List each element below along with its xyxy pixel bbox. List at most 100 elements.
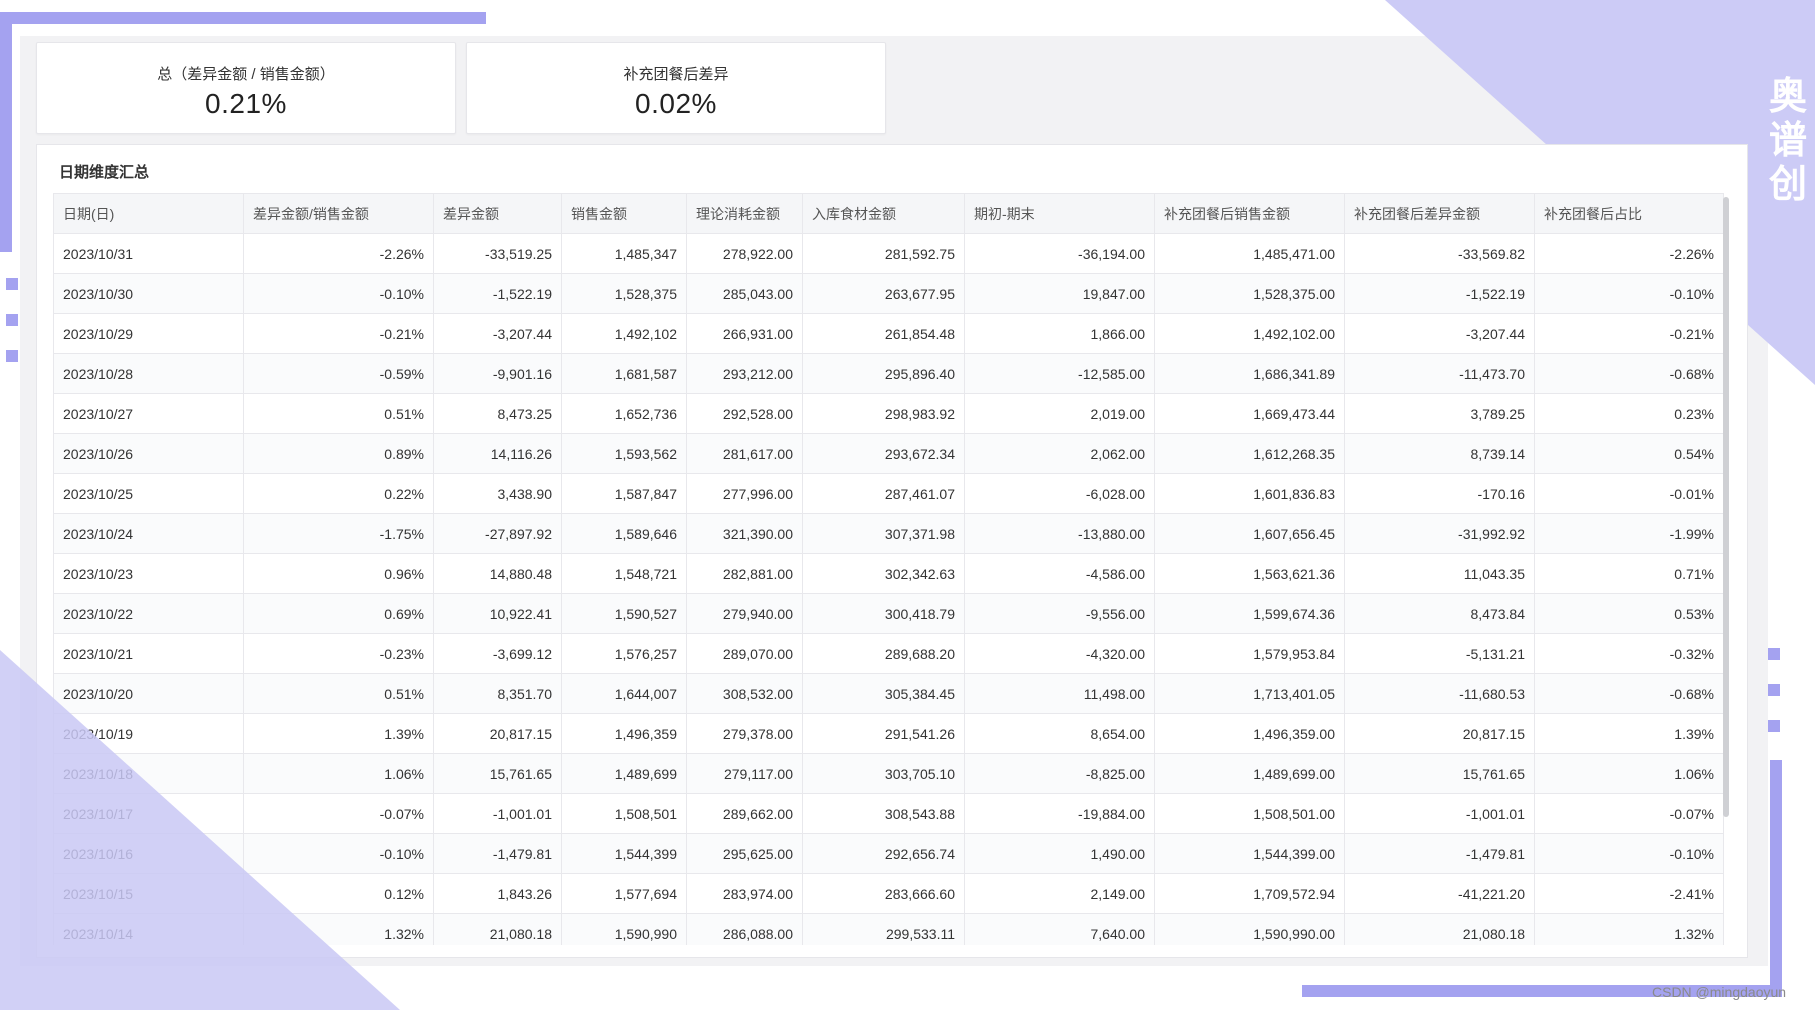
table-cell: 2,019.00 (964, 393, 1155, 434)
table-cell: -2.41% (1534, 873, 1724, 914)
table-row[interactable]: 2023/10/25 0.22% 3,438.90 1,587,847 277,996.… (53, 473, 1724, 514)
table-cell: 2023/10/26 (53, 433, 244, 474)
table-cell: 1,590,990.00 (1154, 913, 1345, 945)
table-row[interactable]: 2023/10/28 -0.59% -9,901.16 1,681,587 293,21… (53, 353, 1724, 394)
table-cell: 2023/10/18 (53, 753, 244, 794)
column-header[interactable]: 补充团餐后差异金额 (1344, 193, 1535, 234)
table-cell: 3,438.90 (433, 473, 562, 514)
table-cell: 8,473.25 (433, 393, 562, 434)
table-row[interactable]: 2023/10/17 -0.07% -1,001.01 1,508,501 289,66… (53, 793, 1724, 834)
table-body: 2023/10/31 -2.26% -33,519.25 1,485,347 278,9… (53, 233, 1724, 945)
watermark: CSDN @mingdaoyun (1652, 984, 1787, 1000)
table-cell: -41,221.20 (1344, 873, 1535, 914)
vertical-scrollbar[interactable] (1723, 197, 1729, 817)
table-row[interactable]: 2023/10/21 -0.23% -3,699.12 1,576,257 289,07… (53, 633, 1724, 674)
table-cell: 279,940.00 (686, 593, 803, 634)
table-cell: -0.21% (1534, 313, 1724, 354)
table-cell: 1,587,847 (561, 473, 687, 514)
table-row[interactable]: 2023/10/30 -0.10% -1,522.19 1,528,375 285,04… (53, 273, 1724, 314)
decor-square (1768, 648, 1780, 660)
column-header[interactable]: 入库食材金额 (802, 193, 965, 234)
table-cell: 1,607,656.45 (1154, 513, 1345, 554)
table-row[interactable]: 2023/10/15 0.12% 1,843.26 1,577,694 283,974.… (53, 873, 1724, 914)
table-cell: 2,062.00 (964, 433, 1155, 474)
table-cell: -1,522.19 (1344, 273, 1535, 314)
table-cell: -2.26% (243, 233, 434, 274)
table-cell: -1,001.01 (433, 793, 562, 834)
table-cell: -0.68% (1534, 673, 1724, 714)
table-cell: -12,585.00 (964, 353, 1155, 394)
table-cell: -3,207.44 (1344, 313, 1535, 354)
table-cell: 293,672.34 (802, 433, 965, 474)
table-cell: 266,931.00 (686, 313, 803, 354)
table-cell: 11,498.00 (964, 673, 1155, 714)
table-row[interactable]: 2023/10/19 1.39% 20,817.15 1,496,359 279,378… (53, 713, 1724, 754)
table-row[interactable]: 2023/10/18 1.06% 15,761.65 1,489,699 279,117… (53, 753, 1724, 794)
table-cell: 278,922.00 (686, 233, 803, 274)
panel-title: 日期维度汇总 (59, 164, 150, 181)
table-cell: 2023/10/14 (53, 913, 244, 945)
table-cell: -170.16 (1344, 473, 1535, 514)
table-cell: 1,548,721 (561, 553, 687, 594)
table-row[interactable]: 2023/10/22 0.69% 10,922.41 1,590,527 279,940… (53, 593, 1724, 634)
kpi-card-group-meal-diff: 补充团餐后差异 0.02% (466, 42, 886, 134)
table-cell: -19,884.00 (964, 793, 1155, 834)
date-summary-table: 日期(日) 差异金额/销售金额 差异金额 销售金额 理论消耗金额 入库食材金额 … (53, 193, 1724, 945)
table-cell: 302,342.63 (802, 553, 965, 594)
table-cell: 1,681,587 (561, 353, 687, 394)
table-cell: -0.01% (1534, 473, 1724, 514)
table-row[interactable]: 2023/10/20 0.51% 8,351.70 1,644,007 308,532.… (53, 673, 1724, 714)
table-cell: -3,699.12 (433, 633, 562, 674)
table-cell: 8,739.14 (1344, 433, 1535, 474)
column-header[interactable]: 差异金额/销售金额 (243, 193, 434, 234)
column-header[interactable]: 补充团餐后销售金额 (1154, 193, 1345, 234)
column-header[interactable]: 差异金额 (433, 193, 562, 234)
table-cell: 0.12% (243, 873, 434, 914)
table-cell: 1,489,699.00 (1154, 753, 1345, 794)
table-cell: -6,028.00 (964, 473, 1155, 514)
table-cell: 289,070.00 (686, 633, 803, 674)
table-row[interactable]: 2023/10/23 0.96% 14,880.48 1,548,721 282,881… (53, 553, 1724, 594)
table-cell: 289,688.20 (802, 633, 965, 674)
table-cell: 1,590,527 (561, 593, 687, 634)
table-cell: 1.06% (1534, 753, 1724, 794)
kpi-label: 补充团餐后差异 (623, 66, 729, 83)
table-cell: 2023/10/22 (53, 593, 244, 634)
table-cell: 279,378.00 (686, 713, 803, 754)
table-cell: -1.75% (243, 513, 434, 554)
column-header[interactable]: 期初-期末 (964, 193, 1155, 234)
table-cell: 1,528,375 (561, 273, 687, 314)
table-scroll-area[interactable]: 日期(日) 差异金额/销售金额 差异金额 销售金额 理论消耗金额 入库食材金额 … (53, 193, 1737, 945)
table-cell: 1,579,953.84 (1154, 633, 1345, 674)
table-cell: 0.54% (1534, 433, 1724, 474)
table-row[interactable]: 2023/10/16 -0.10% -1,479.81 1,544,399 295,62… (53, 833, 1724, 874)
table-cell: 10,922.41 (433, 593, 562, 634)
table-row[interactable]: 2023/10/29 -0.21% -3,207.44 1,492,102 266,93… (53, 313, 1724, 354)
table-row[interactable]: 2023/10/24 -1.75% -27,897.92 1,589,646 321,3… (53, 513, 1724, 554)
table-cell: 1,644,007 (561, 673, 687, 714)
table-cell: -0.07% (1534, 793, 1724, 834)
table-cell: 1,544,399.00 (1154, 833, 1345, 874)
table-cell: 263,677.95 (802, 273, 965, 314)
column-header[interactable]: 补充团餐后占比 (1534, 193, 1724, 234)
table-row[interactable]: 2023/10/31 -2.26% -33,519.25 1,485,347 278,9… (53, 233, 1724, 274)
table-cell: 1,489,699 (561, 753, 687, 794)
table-cell: 291,541.26 (802, 713, 965, 754)
table-row[interactable]: 2023/10/27 0.51% 8,473.25 1,652,736 292,528.… (53, 393, 1724, 434)
table-cell: 289,662.00 (686, 793, 803, 834)
table-cell: -13,880.00 (964, 513, 1155, 554)
column-header[interactable]: 理论消耗金额 (686, 193, 803, 234)
table-cell: 1.39% (243, 713, 434, 754)
column-header[interactable]: 销售金额 (561, 193, 687, 234)
table-cell: 1.32% (1534, 913, 1724, 945)
table-cell: 1.06% (243, 753, 434, 794)
column-header[interactable]: 日期(日) (53, 193, 244, 234)
table-cell: -0.32% (1534, 633, 1724, 674)
table-cell: 283,666.60 (802, 873, 965, 914)
table-cell: 1,652,736 (561, 393, 687, 434)
table-cell: 1,669,473.44 (1154, 393, 1345, 434)
table-row[interactable]: 2023/10/14 1.32% 21,080.18 1,590,990 286,088… (53, 913, 1724, 945)
table-row[interactable]: 2023/10/26 0.89% 14,116.26 1,593,562 281,617… (53, 433, 1724, 474)
table-cell: 21,080.18 (1344, 913, 1535, 945)
table-cell: 0.53% (1534, 593, 1724, 634)
